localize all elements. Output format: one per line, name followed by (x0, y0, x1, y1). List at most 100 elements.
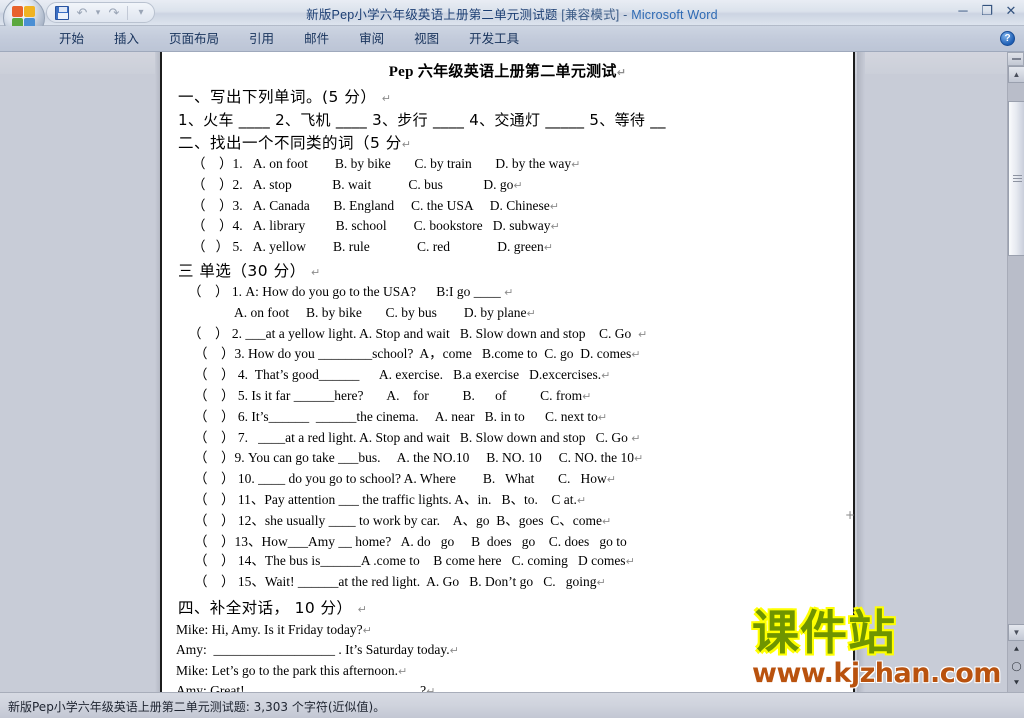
mc-option-text: （ ）1. A. on foot B. by bike C. by train … (192, 156, 572, 171)
question-text: （ ）3. How do you ________school? A，come … (194, 346, 632, 362)
pilcrow-icon: ↵ (426, 685, 436, 692)
question-row: （ ） 11、Pay attention ___ the traffic lig… (194, 490, 841, 511)
document-body: Pep 六年级英语上册第二单元测试↵ 一、写出下列单词。(5 分） ↵ 1、火车… (162, 52, 853, 692)
question-row: （ ） 2. ___at a yellow light. A. Stop and… (188, 324, 841, 345)
dialogue-line: Mike: Let’s go to the park this afternoo… (176, 661, 841, 681)
section-heading-2-text: 二、找出一个不同类的词（5 分 (178, 134, 402, 152)
tab-view[interactable]: 视图 (399, 26, 454, 52)
pilcrow-icon: ↵ (634, 452, 644, 466)
tab-page-layout[interactable]: 页面布局 (154, 26, 234, 52)
select-browse-object-button[interactable]: ◯ (1008, 658, 1024, 675)
pilcrow-icon: ↵ (631, 431, 641, 445)
dialogue-text: Mike: Hi, Amy. Is it Friday today? (176, 621, 363, 637)
window-title-dash: - (623, 8, 628, 22)
question-text: （ ） 15、Wait! ______at the red light. A. … (194, 574, 597, 590)
tab-mailings[interactable]: 邮件 (289, 26, 344, 52)
question-text: （ ） 12、she usually ____ to work by car. … (194, 512, 602, 528)
tab-review[interactable]: 审阅 (344, 26, 399, 52)
vertical-scrollbar[interactable]: ▲ ▼ ⯅ ◯ ⯆ (1007, 66, 1024, 692)
tab-references[interactable]: 引用 (234, 26, 289, 52)
section-heading-3-text: 三 单选（30 分） (178, 261, 306, 280)
close-button[interactable]: ✕ (1002, 2, 1020, 20)
pilcrow-icon: ↵ (616, 66, 627, 79)
question-row: （ ）3. How do you ________school? A，come … (194, 344, 841, 365)
section-heading-4: 四、补全对话， 10 分） ↵ (178, 596, 841, 618)
pilcrow-icon: ↵ (513, 178, 523, 192)
pilcrow-icon: ↵ (401, 138, 412, 151)
window-title-app: Microsoft Word (631, 8, 718, 22)
section-heading-4-text: 四、补全对话， 10 分） (178, 598, 353, 617)
mc-option-text: （ ）4. A. library B. school C. bookstore … (192, 218, 551, 234)
section-heading-3: 三 单选（30 分） ↵ (178, 259, 841, 281)
question-row: （ ）13、How___Amy __ home? A. do go B does… (194, 532, 841, 552)
dialogue-text: Amy: __________________ . It’s Saturday … (176, 642, 450, 658)
pilcrow-icon: ↵ (601, 369, 611, 383)
split-window-handle[interactable] (1007, 52, 1024, 66)
question-text: （ ） 2. ___at a yellow light. A. Stop and… (188, 325, 632, 341)
pilcrow-icon: ↵ (571, 158, 581, 171)
question-row: （ ） 5. Is it far ______here? A. for B. o… (194, 386, 841, 407)
pilcrow-icon: ↵ (549, 199, 559, 213)
tab-developer[interactable]: 开发工具 (454, 26, 534, 52)
next-page-button[interactable]: ⯆ (1008, 675, 1024, 692)
pilcrow-icon: ↵ (601, 514, 612, 528)
pilcrow-icon: ↵ (582, 389, 592, 403)
question-row: （ ） 15、Wait! ______at the red light. A. … (194, 572, 841, 593)
dialogue-text: Mike: Let’s go to the park this afternoo… (176, 662, 398, 678)
question-row: （ ） 4. That’s good______ A. exercise. B.… (194, 365, 841, 386)
section-heading-2: 二、找出一个不同类的词（5 分↵ (178, 131, 841, 153)
previous-page-button[interactable]: ⯅ (1008, 641, 1024, 658)
title-bar: ↶ ▾ ↷ ▾ 新版Pep小学六年级英语上册第二单元测试题 [兼容模式] - M… (0, 0, 1024, 39)
words-fill-line: 1、火车 ____ 2、飞机 ____ 3、步行 ____ 4、交通灯 ____… (178, 111, 666, 129)
mc-option-text: （ ） 5. A. yellow B. rule C. red D. green (192, 239, 544, 255)
restore-button[interactable]: ❐ (978, 2, 996, 20)
scroll-down-button[interactable]: ▼ (1008, 624, 1024, 641)
question-text: （ ） 11、Pay attention ___ the traffic lig… (194, 491, 577, 507)
dialogue-line: Mike: Hi, Amy. Is it Friday today?↵ (176, 620, 841, 640)
dialogue-line: Amy: __________________ . It’s Saturday … (176, 640, 841, 660)
question-options-row: A. on foot B. by bike C. by bus D. by pl… (234, 303, 841, 324)
question-row: （ ） 14、The bus is______A .come to B come… (194, 551, 841, 572)
pilcrow-icon: ↵ (362, 623, 372, 637)
mc-option-row: （ ）2. A. stop B. wait C. bus D. go↵ (192, 175, 841, 196)
question-row: （ ） 10. ____ do you go to school? A. Whe… (194, 469, 841, 490)
question-text: （ ） 5. Is it far ______here? A. for B. o… (194, 387, 583, 403)
pilcrow-icon: ↵ (638, 327, 648, 341)
question-row: （ ） 1. A: How do you go to the USA? B:I … (188, 282, 841, 303)
pilcrow-icon: ↵ (449, 644, 459, 658)
pilcrow-icon: ↵ (357, 602, 368, 616)
mc-option-text: （ ）2. A. stop B. wait C. bus D. go (192, 176, 514, 192)
question-text: （ ）13、How___Amy __ home? A. do go B does… (194, 533, 627, 549)
scrollbar-thumb[interactable] (1008, 101, 1024, 256)
help-icon[interactable]: ? (1000, 31, 1015, 46)
pilcrow-icon: ↵ (381, 92, 392, 105)
mc-option-row: （ ）3. A. Canada B. England C. the USA D.… (192, 196, 841, 217)
scroll-up-button[interactable]: ▲ (1008, 66, 1024, 83)
pilcrow-icon: ↵ (625, 555, 635, 569)
ribbon-tab-bar: 开始 插入 页面布局 引用 邮件 审阅 视图 开发工具 ? (0, 26, 1024, 52)
question-row: （ ） 7. ____at a red light. A. Stop and w… (194, 428, 841, 449)
section-heading-1-text: 一、写出下列单词。(5 分） (178, 88, 377, 106)
pilcrow-icon: ↵ (576, 493, 587, 507)
tab-insert[interactable]: 插入 (99, 26, 154, 52)
document-page[interactable]: Pep 六年级英语上册第二单元测试↵ 一、写出下列单词。(5 分） ↵ 1、火车… (160, 52, 855, 692)
status-bar: 新版Pep小学六年级英语上册第二单元测试题: 3,303 个字符(近似值)。 (0, 692, 1024, 718)
mc-option-row: （ ）1. A. on foot B. by bike C. by train … (192, 154, 841, 175)
minimize-button[interactable]: ─ (954, 2, 972, 20)
ribbon-tabs: 开始 插入 页面布局 引用 邮件 审阅 视图 开发工具 (44, 26, 534, 52)
pilcrow-icon: ↵ (550, 220, 560, 234)
question-row: （ ） 12、she usually ____ to work by car. … (194, 511, 841, 532)
mc-option-row: （ ）4. A. library B. school C. bookstore … (192, 216, 841, 237)
tab-home[interactable]: 开始 (44, 26, 99, 52)
question-text: （ ） 14、The bus is______A .come to B come… (194, 553, 626, 569)
window-controls: ─ ❐ ✕ (954, 2, 1020, 20)
question-text: （ ） 1. A: How do you go to the USA? B:I … (188, 283, 501, 299)
page-shadow-right (857, 52, 865, 692)
pilcrow-icon: ↵ (597, 410, 608, 424)
document-title-text: Pep 六年级英语上册第二单元测试 (388, 64, 617, 80)
question-text: （ ） 4. That’s good______ A. exercise. B.… (194, 367, 602, 383)
dialogue-line: Amy: Great! _________________________?↵ (176, 681, 841, 692)
pilcrow-icon: ↵ (543, 241, 553, 255)
status-bar-text: 新版Pep小学六年级英语上册第二单元测试题: 3,303 个字符(近似值)。 (8, 700, 386, 714)
pilcrow-icon: ↵ (526, 306, 536, 320)
